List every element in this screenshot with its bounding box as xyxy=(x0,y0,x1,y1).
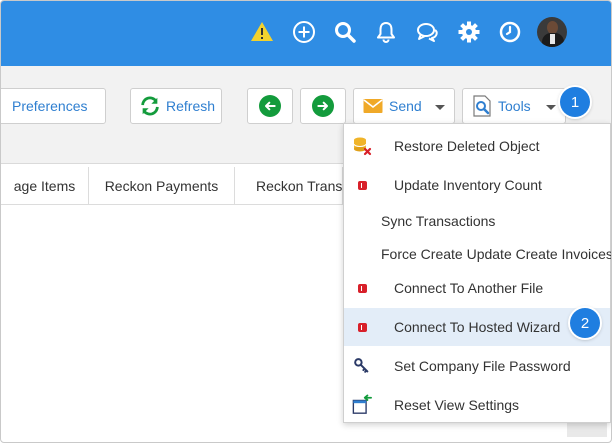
chevron-down-icon[interactable] xyxy=(546,105,556,110)
menu-item-label: Set Company File Password xyxy=(394,358,571,374)
preferences-label: Preferences xyxy=(12,98,88,114)
user-avatar[interactable] xyxy=(537,17,567,47)
tools-dropdown-menu: Restore Deleted Object Update Inventory … xyxy=(343,123,611,423)
clock-icon[interactable] xyxy=(497,19,523,45)
menu-item-reset-view-settings[interactable]: Reset View Settings xyxy=(344,386,610,424)
menu-item-set-company-file-password[interactable]: Set Company File Password xyxy=(344,347,610,385)
bell-icon[interactable] xyxy=(373,19,399,45)
tools-label: Tools xyxy=(498,98,531,114)
menu-item-update-inventory-count[interactable]: Update Inventory Count xyxy=(344,166,610,204)
arrow-left-icon xyxy=(259,95,281,117)
arrow-right-icon xyxy=(312,95,334,117)
send-button[interactable]: Send xyxy=(353,88,455,124)
refresh-button[interactable]: Refresh xyxy=(130,88,222,124)
tab-reckon-payments[interactable]: Reckon Payments xyxy=(89,167,235,205)
menu-item-connect-to-another-file[interactable]: Connect To Another File xyxy=(344,269,610,307)
next-button[interactable] xyxy=(300,88,346,124)
key-icon xyxy=(352,356,372,376)
app-window: Preferences Refresh Send Tools age Items… xyxy=(0,0,612,443)
previous-button[interactable] xyxy=(247,88,293,124)
step-callout-1: 1 xyxy=(560,87,590,117)
gear-icon[interactable] xyxy=(456,19,482,45)
menu-item-label: Connect To Another File xyxy=(394,280,544,296)
menu-item-label: Force Create Update Create Invoices xyxy=(381,246,612,262)
reckon-icon xyxy=(352,317,372,337)
chat-icon[interactable] xyxy=(415,19,441,45)
menu-item-label: Sync Transactions xyxy=(381,213,496,229)
envelope-icon xyxy=(363,98,383,114)
menu-item-label: Restore Deleted Object xyxy=(394,138,540,154)
tab-manage-items[interactable]: age Items xyxy=(1,167,89,205)
menu-item-force-create-update-create-invoices[interactable]: Force Create Update Create Invoices xyxy=(344,235,612,273)
refresh-icon xyxy=(139,95,161,117)
tools-button[interactable]: Tools xyxy=(462,88,566,124)
window-reset-icon xyxy=(352,394,372,415)
menu-item-restore-deleted-object[interactable]: Restore Deleted Object xyxy=(344,127,610,165)
reckon-icon xyxy=(352,175,372,195)
tab-reckon-transactions[interactable]: Reckon Transa xyxy=(235,167,343,205)
database-delete-icon xyxy=(352,136,372,156)
top-navigation-bar xyxy=(1,1,611,66)
refresh-label: Refresh xyxy=(166,98,216,114)
preferences-button[interactable]: Preferences xyxy=(1,88,106,124)
send-label: Send xyxy=(389,98,422,114)
add-circle-icon[interactable] xyxy=(291,19,317,45)
menu-item-label: Connect To Hosted Wizard xyxy=(394,319,561,335)
step-callout-2: 2 xyxy=(570,308,600,338)
menu-item-label: Reset View Settings xyxy=(394,397,520,413)
chevron-down-icon[interactable] xyxy=(435,105,445,110)
warning-icon[interactable] xyxy=(249,19,275,45)
search-icon[interactable] xyxy=(332,19,358,45)
tools-icon xyxy=(472,95,492,117)
menu-item-label: Update Inventory Count xyxy=(394,177,542,193)
reckon-icon xyxy=(352,278,372,298)
